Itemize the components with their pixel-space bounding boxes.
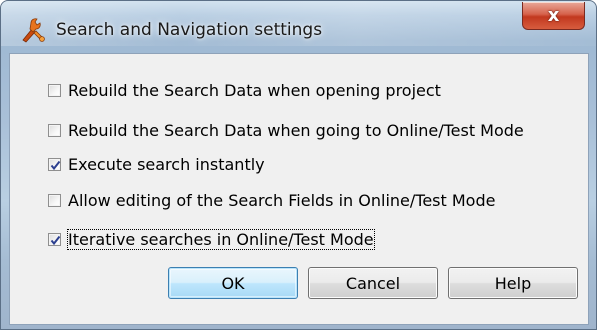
window-title: Search and Navigation settings bbox=[56, 20, 323, 40]
dialog-client-area: Rebuild the Search Data when opening pro… bbox=[9, 53, 589, 325]
option-iterative-searches[interactable]: Iterative searches in Online/Test Mode bbox=[48, 228, 375, 250]
checkmark-icon bbox=[50, 160, 61, 170]
checkbox-iterative-searches[interactable] bbox=[48, 232, 61, 246]
option-label: Allow editing of the Search Fields in On… bbox=[68, 190, 496, 210]
option-label: Rebuild the Search Data when going to On… bbox=[68, 120, 524, 140]
option-label: Rebuild the Search Data when opening pro… bbox=[68, 80, 441, 100]
option-label: Iterative searches in Online/Test Mode bbox=[67, 228, 375, 250]
checkmark-icon bbox=[50, 235, 61, 245]
help-button[interactable]: Help bbox=[448, 267, 578, 299]
dialog-window: Search and Navigation settings x Rebuild… bbox=[0, 0, 597, 330]
close-button[interactable]: x bbox=[522, 2, 585, 30]
option-label: Execute search instantly bbox=[68, 154, 265, 174]
checkbox-execute-instantly[interactable] bbox=[48, 157, 61, 171]
cancel-button[interactable]: Cancel bbox=[308, 267, 438, 299]
close-icon: x bbox=[547, 4, 560, 26]
checkbox-allow-editing-search-fields[interactable] bbox=[48, 193, 61, 207]
ok-button[interactable]: OK bbox=[168, 267, 298, 299]
option-allow-editing-search-fields[interactable]: Allow editing of the Search Fields in On… bbox=[48, 189, 495, 211]
option-execute-instantly[interactable]: Execute search instantly bbox=[48, 153, 265, 175]
option-rebuild-on-online-mode[interactable]: Rebuild the Search Data when going to On… bbox=[48, 119, 524, 141]
title-bar[interactable]: Search and Navigation settings x bbox=[1, 1, 596, 45]
option-rebuild-on-open[interactable]: Rebuild the Search Data when opening pro… bbox=[48, 79, 441, 101]
checkbox-rebuild-on-online-mode[interactable] bbox=[48, 123, 61, 137]
checkbox-rebuild-on-open[interactable] bbox=[48, 83, 61, 97]
app-icon bbox=[20, 17, 46, 43]
